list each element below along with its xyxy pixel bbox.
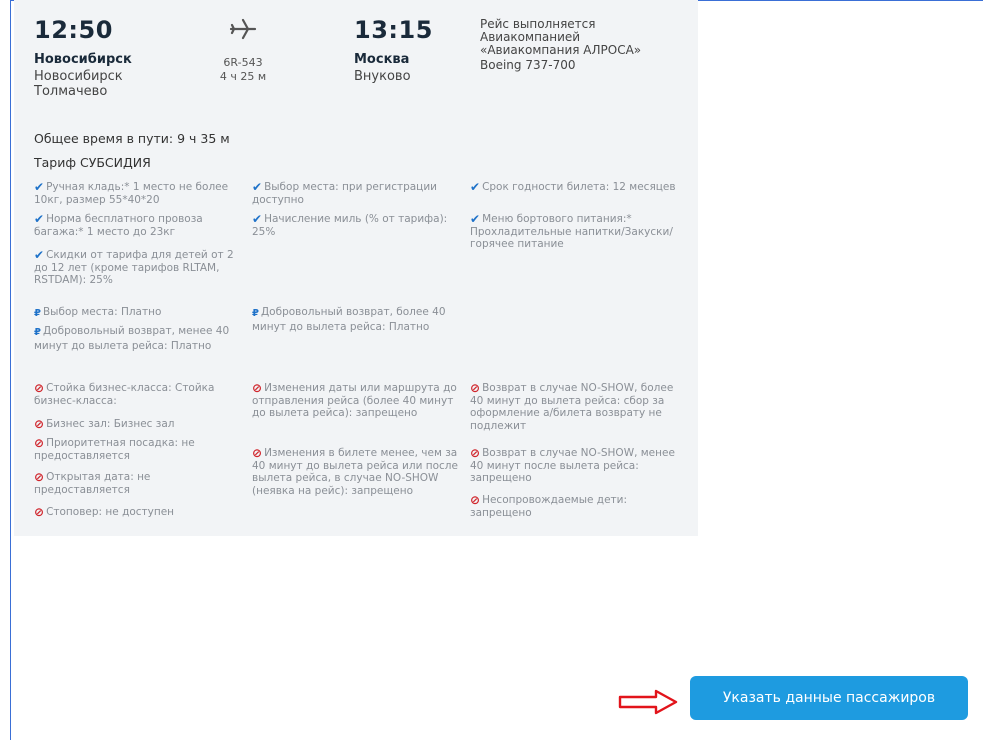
plane-icon: [229, 17, 257, 45]
paid-feature: ₽ Добровольный возврат, менее 40 минут до…: [34, 325, 230, 352]
checkmark-icon: ✔: [470, 212, 481, 226]
unavailable-feature: ⊘ Возврат в случае NO-SHOW, более 40 мину…: [470, 381, 674, 432]
tariff-name: Тариф СУБСИДИЯ: [34, 155, 151, 170]
included-feature: ✔ Срок годности билета: 12 месяцев: [470, 180, 676, 194]
aircraft-type: Boeing 737-700: [480, 58, 576, 72]
unavailable-feature: ⊘ Приоритетная посадка: не предоставляетс…: [34, 436, 195, 462]
checkmark-icon: ✔: [252, 212, 263, 226]
enter-passenger-data-button[interactable]: Указать данные пассажиров: [690, 676, 968, 720]
checkmark-icon: ✔: [470, 180, 481, 194]
prohibited-icon: ⊘: [34, 381, 45, 395]
included-feature: ✔ Выбор места: при регистрации доступно: [252, 180, 437, 206]
flight-number: 6R-543: [223, 56, 263, 69]
red-arrow-icon: [618, 689, 680, 719]
checkmark-icon: ✔: [34, 212, 45, 226]
total-travel-time: Общее время в пути: 9 ч 35 м: [34, 131, 230, 146]
checkmark-icon: ✔: [252, 180, 263, 194]
checkmark-icon: ✔: [34, 248, 45, 262]
paid-feature: ₽ Выбор места: Платно: [34, 306, 162, 319]
unavailable-feature: ⊘ Открытая дата: не предоставляется: [34, 470, 151, 496]
unavailable-feature: ⊘ Изменения в билете менее, чем за 40 мин…: [252, 446, 458, 497]
included-feature: ✔ Ручная кладь:* 1 место не более 10кг, р…: [34, 180, 229, 206]
checkmark-icon: ✔: [34, 180, 45, 194]
prohibited-icon: ⊘: [252, 381, 263, 395]
departure-airport: Новосибирск Толмачево: [34, 69, 123, 99]
unavailable-feature: ⊘ Стойка бизнес-класса: Стойка бизнес-кла…: [34, 381, 215, 407]
prohibited-icon: ⊘: [252, 446, 263, 460]
departure-time: 12:50: [34, 16, 113, 44]
prohibited-icon: ⊘: [34, 505, 45, 519]
prohibited-icon: ⊘: [470, 446, 481, 460]
unavailable-feature: ⊘ Изменения даты или маршрута до отправле…: [252, 381, 457, 419]
included-feature: ✔ Начисление миль (% от тарифа): 25%: [252, 212, 448, 238]
arrival-city: Москва: [354, 52, 410, 67]
included-feature: ✔ Меню бортового питания:* Прохладительны…: [470, 212, 673, 250]
unavailable-feature: ⊘ Стоповер: не доступен: [34, 505, 175, 519]
operator-info: Рейс выполняется Авиакомпанией «Авиакомп…: [480, 18, 680, 72]
arrival-time: 13:15: [354, 16, 433, 44]
prohibited-icon: ⊘: [470, 381, 481, 395]
flight-duration: 4 ч 25 м: [219, 70, 267, 83]
ruble-icon: ₽: [252, 308, 259, 319]
flight-details-card: 12:50 Новосибирск Новосибирск Толмачево …: [14, 0, 698, 536]
unavailable-feature: ⊘ Возврат в случае NO-SHOW, менее 40 мину…: [470, 446, 675, 484]
prohibited-icon: ⊘: [34, 417, 45, 431]
unavailable-feature: ⊘ Несопровождаемые дети: запрещено: [470, 493, 628, 519]
ruble-icon: ₽: [34, 308, 41, 319]
included-feature: ✔ Скидки от тарифа для детей от 2 до 12 л…: [34, 248, 234, 286]
departure-city: Новосибирск: [34, 52, 132, 67]
prohibited-icon: ⊘: [470, 493, 481, 507]
included-feature: ✔ Норма бесплатного провоза багажа:* 1 ме…: [34, 212, 203, 238]
unavailable-feature: ⊘ Бизнес зал: Бизнес зал: [34, 417, 175, 431]
ruble-icon: ₽: [34, 327, 41, 338]
paid-feature: ₽ Добровольный возврат, более 40 минут до…: [252, 306, 446, 333]
arrival-airport: Внуково: [354, 69, 411, 84]
prohibited-icon: ⊘: [34, 470, 45, 484]
prohibited-icon: ⊘: [34, 436, 45, 450]
